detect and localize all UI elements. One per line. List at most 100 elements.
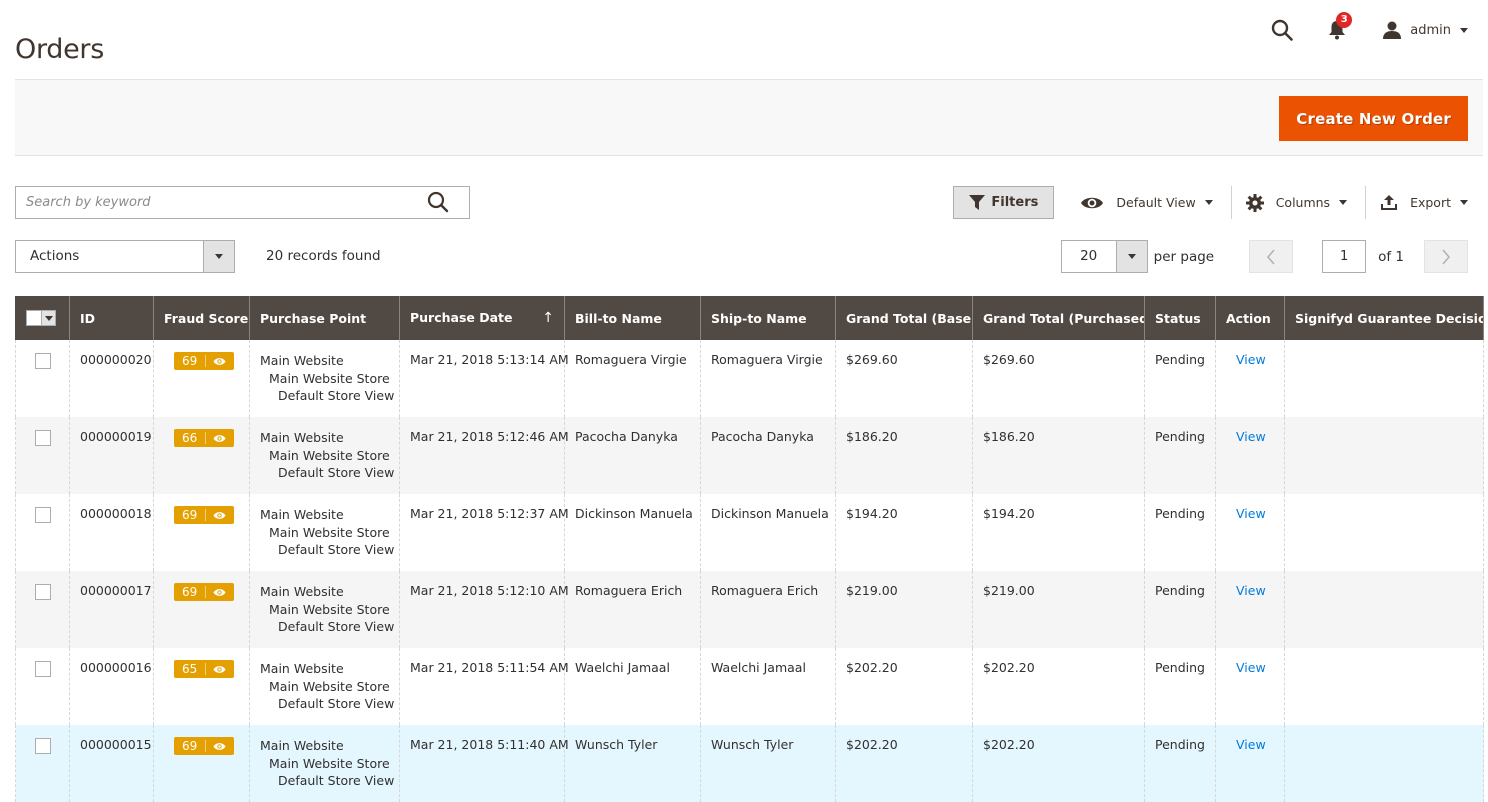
next-page-button[interactable] [1424,240,1468,273]
table-row[interactable]: 000000018 69 Main Website Main Website S… [15,494,1484,571]
column-header-signifyd-decision[interactable]: Signifyd Guarantee Decision [1284,296,1484,340]
eye-icon [206,742,234,751]
action-cell: View [1215,648,1285,725]
export-label: Export [1410,195,1451,210]
order-status: Pending [1144,340,1216,417]
view-order-link[interactable]: View [1236,429,1266,444]
action-cell: View [1215,340,1285,417]
order-id: 000000015 [69,725,154,802]
chevron-down-icon [1460,200,1468,205]
column-header-action: Action [1215,296,1285,340]
fraud-score-badge[interactable]: 69 [174,506,235,524]
fraud-score-badge[interactable]: 66 [174,429,235,447]
purchase-date-label: Purchase Date [410,310,513,325]
column-header-status[interactable]: Status [1144,296,1216,340]
column-header-grand-total-purchased[interactable]: Grand Total (Purchased) [972,296,1145,340]
purchase-date: Mar 21, 2018 5:11:40 AM [399,725,569,802]
purchase-point-store-view: Default Store View [278,542,395,557]
row-select-cell [15,725,70,802]
table-row[interactable]: 000000019 66 Main Website Main Website S… [15,417,1484,494]
user-account-menu[interactable]: admin [1382,20,1468,40]
fraud-score-badge[interactable]: 69 [174,737,235,755]
notifications-bell-icon[interactable]: 3 [1326,12,1353,41]
select-all-checkbox[interactable] [26,310,42,326]
eye-icon [206,434,234,443]
chevron-down-icon [1460,27,1468,33]
table-row[interactable]: 000000016 65 Main Website Main Website S… [15,648,1484,725]
mass-actions-select[interactable]: Actions [15,240,235,273]
column-header-ship-to-name[interactable]: Ship-to Name [700,296,836,340]
purchase-point-store: Main Website Store [269,447,390,463]
fraud-score-cell: 69 [153,725,250,802]
previous-page-button[interactable] [1249,240,1294,273]
column-header-grand-total-base[interactable]: Grand Total (Base) [835,296,973,340]
grid-toolbar: Filters Default View Columns Export [953,186,1468,219]
order-status: Pending [1144,417,1216,494]
order-id: 000000016 [69,648,154,725]
grid-header-row: ID Fraud Score Purchase Point Purchase D… [15,296,1484,340]
row-checkbox[interactable] [35,353,51,369]
eye-icon [206,665,234,674]
view-order-link[interactable]: View [1236,737,1266,752]
select-all-dropdown[interactable] [42,310,56,326]
purchase-point-website: Main Website [260,507,344,522]
chevron-down-icon [215,254,223,259]
grand-total-purchased: $202.20 [972,648,1145,725]
filters-button[interactable]: Filters [953,186,1055,219]
mass-actions-toggle[interactable] [203,241,234,272]
view-order-link[interactable]: View [1236,352,1266,367]
export-dropdown[interactable]: Export [1380,186,1468,219]
row-checkbox[interactable] [35,584,51,600]
view-order-link[interactable]: View [1236,660,1266,675]
grand-total-purchased: $202.20 [972,725,1145,802]
fraud-score-badge[interactable]: 69 [174,352,235,370]
current-page-input[interactable] [1322,240,1367,273]
column-header-purchase-date[interactable]: Purchase Date ↑ [399,296,565,340]
row-checkbox[interactable] [35,430,51,446]
export-upload-icon [1381,194,1398,210]
grand-total-base: $202.20 [835,725,973,802]
action-cell: View [1215,494,1285,571]
chevron-right-icon [1442,249,1450,264]
view-order-link[interactable]: View [1236,506,1266,521]
grand-total-purchased: $219.00 [972,571,1145,648]
table-row[interactable]: 000000015 69 Main Website Main Website S… [15,725,1484,802]
ship-to-name: Wunsch Tyler [700,725,836,802]
view-order-link[interactable]: View [1236,583,1266,598]
per-page-label: per page [1153,248,1215,265]
table-row[interactable]: 000000017 69 Main Website Main Website S… [15,571,1484,648]
order-status: Pending [1144,725,1216,802]
row-checkbox[interactable] [35,507,51,523]
action-cell: View [1215,417,1285,494]
purchase-point: Main Website Main Website Store Default … [249,417,400,494]
fraud-score-cell: 69 [153,340,250,417]
columns-dropdown[interactable]: Columns [1245,186,1348,219]
table-row[interactable]: 000000020 69 Main Website Main Website S… [15,340,1484,417]
column-header-id[interactable]: ID [69,296,154,340]
chevron-down-icon [44,315,53,321]
per-page-select[interactable]: 20 [1060,240,1148,273]
eye-icon [206,511,234,520]
toolbar-divider [1230,186,1232,219]
purchase-point-store-view: Default Store View [278,465,395,480]
mass-actions-label: Actions [30,248,80,264]
row-checkbox[interactable] [35,661,51,677]
column-header-bill-to-name[interactable]: Bill-to Name [564,296,701,340]
column-header-fraud-score[interactable]: Fraud Score [153,296,250,340]
purchase-point: Main Website Main Website Store Default … [249,494,400,571]
ship-to-name: Romaguera Erich [700,571,836,648]
search-submit-icon[interactable] [427,191,451,215]
bill-to-name: Waelchi Jamaal [564,648,701,725]
per-page-toggle[interactable] [1115,241,1147,272]
search-input[interactable] [16,187,416,218]
select-all-column[interactable] [15,296,70,340]
fraud-score-badge[interactable]: 69 [174,583,235,601]
column-header-purchase-point[interactable]: Purchase Point [249,296,400,340]
row-checkbox[interactable] [35,738,51,754]
order-id: 000000019 [69,417,154,494]
default-view-dropdown[interactable]: Default View [1080,186,1213,219]
global-search-icon[interactable] [1270,18,1294,42]
fraud-score-badge[interactable]: 65 [174,660,235,678]
create-new-order-button[interactable]: Create New Order [1279,96,1468,141]
order-id: 000000018 [69,494,154,571]
